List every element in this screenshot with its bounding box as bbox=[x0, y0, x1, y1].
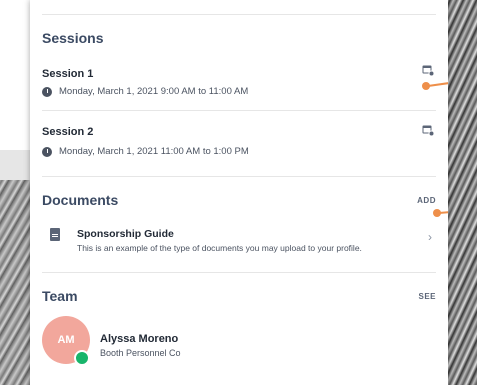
session-1-time: Monday, March 1, 2021 9:00 AM to 11:00 A… bbox=[42, 86, 248, 97]
clock-icon bbox=[42, 86, 52, 97]
session-1-title[interactable]: Session 1 bbox=[42, 68, 93, 80]
see-team-button[interactable]: SEE bbox=[418, 292, 436, 301]
document-title: Sponsorship Guide bbox=[77, 228, 174, 240]
section-divider bbox=[42, 176, 436, 177]
add-to-calendar-icon[interactable] bbox=[422, 64, 434, 76]
document-item[interactable]: Sponsorship Guide This is an example of … bbox=[42, 222, 436, 258]
chevron-right-icon: › bbox=[428, 230, 432, 244]
add-document-button[interactable]: ADD bbox=[417, 196, 436, 205]
session-2-time-text: Monday, March 1, 2021 11:00 AM to 1:00 P… bbox=[59, 146, 249, 157]
top-divider bbox=[42, 14, 436, 15]
team-heading: Team bbox=[42, 288, 78, 304]
online-status-icon bbox=[74, 350, 90, 366]
section-divider bbox=[42, 272, 436, 273]
documents-heading: Documents bbox=[42, 192, 119, 208]
hotspot-line bbox=[438, 210, 448, 214]
sessions-divider bbox=[42, 110, 436, 111]
add-to-calendar-icon[interactable] bbox=[422, 124, 434, 136]
sessions-heading: Sessions bbox=[42, 30, 104, 46]
document-description: This is an example of the type of docume… bbox=[77, 243, 362, 253]
session-1-time-text: Monday, March 1, 2021 9:00 AM to 11:00 A… bbox=[59, 86, 249, 97]
session-2-title[interactable]: Session 2 bbox=[42, 126, 93, 138]
team-member-name[interactable]: Alyssa Moreno bbox=[100, 333, 178, 345]
hotspot-line bbox=[427, 80, 448, 87]
session-2-time: Monday, March 1, 2021 11:00 AM to 1:00 P… bbox=[42, 146, 249, 157]
background-strip bbox=[0, 150, 30, 180]
document-icon bbox=[50, 228, 60, 241]
avatar-initials: AM bbox=[57, 334, 75, 346]
team-member-org: Booth Personnel Co bbox=[100, 348, 181, 358]
clock-icon bbox=[42, 146, 52, 157]
profile-panel: Sessions Session 1 Monday, March 1, 2021… bbox=[30, 0, 448, 385]
